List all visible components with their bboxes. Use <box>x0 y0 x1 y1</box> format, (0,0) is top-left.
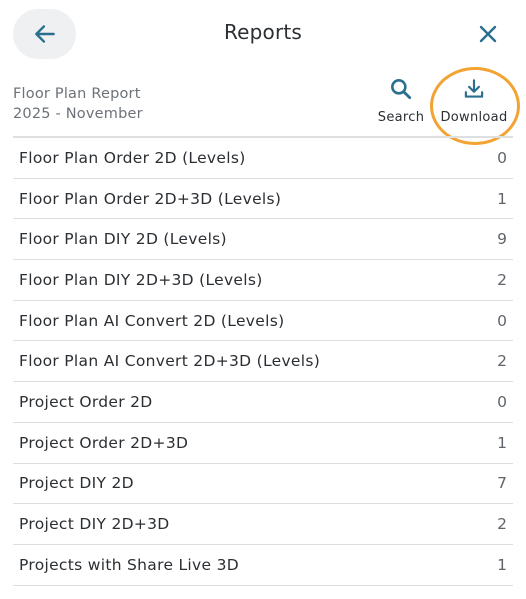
item-count: 2 <box>497 515 507 534</box>
item-count: 1 <box>497 555 507 574</box>
list-item: Project DIY 2D 7 <box>13 464 513 505</box>
download-button[interactable]: Download <box>440 76 508 125</box>
report-name: Floor Plan Report <box>13 86 141 102</box>
item-label: Floor Plan DIY 2D+3D (Levels) <box>19 270 263 289</box>
list-item: Floor Plan AI Convert 2D+3D (Levels) 2 <box>13 341 513 383</box>
report-info: Floor Plan Report 2025 - November <box>13 84 143 124</box>
item-label: Floor Plan DIY 2D (Levels) <box>19 230 227 249</box>
item-label: Floor Plan AI Convert 2D+3D (Levels) <box>19 352 321 371</box>
item-label: Floor Plan Order 2D+3D (Levels) <box>19 189 282 208</box>
item-count: 2 <box>497 270 507 289</box>
list-item: Floor Plan Order 2D (Levels) 0 <box>13 138 513 179</box>
search-label: Search <box>377 110 425 125</box>
item-count: 9 <box>497 230 507 249</box>
item-count: 0 <box>497 148 507 167</box>
page-title: Reports <box>223 20 303 44</box>
item-label: Project DIY 2D+3D <box>19 515 170 534</box>
item-count: 7 <box>497 474 507 493</box>
list-item: Projects with Share Live 3D 1 <box>13 545 513 586</box>
close-button[interactable] <box>472 18 504 50</box>
reports-screen: Reports Floor Plan Report 2025 - Novembe… <box>0 0 526 599</box>
item-label: Project Order 2D <box>19 392 153 411</box>
list-item: Floor Plan DIY 2D+3D (Levels) 2 <box>13 260 513 301</box>
list-item: Project Order 2D 0 <box>13 382 513 423</box>
item-label: Project DIY 2D <box>19 474 134 493</box>
item-count: 1 <box>497 189 507 208</box>
item-count: 0 <box>497 392 507 411</box>
item-count: 2 <box>497 352 507 371</box>
item-count: 0 <box>497 311 507 330</box>
item-label: Project Order 2D+3D <box>19 433 189 452</box>
item-label: Floor Plan AI Convert 2D (Levels) <box>19 311 285 330</box>
item-label: Floor Plan Order 2D (Levels) <box>19 148 246 167</box>
list-item: Floor Plan DIY 2D (Levels) 9 <box>13 219 513 261</box>
search-button[interactable]: Search <box>378 76 424 125</box>
download-label: Download <box>440 110 508 125</box>
header: Reports <box>0 0 526 68</box>
list-item: Project Order 2D+3D 1 <box>13 423 513 464</box>
search-icon <box>391 79 412 100</box>
list-item: Floor Plan AI Convert 2D (Levels) 0 <box>13 301 513 342</box>
item-count: 1 <box>497 433 507 452</box>
report-list: Floor Plan Order 2D (Levels) 0 Floor Pla… <box>13 138 513 586</box>
close-icon <box>479 25 497 43</box>
item-label: Projects with Share Live 3D <box>19 555 239 574</box>
list-item: Project DIY 2D+3D 2 <box>13 504 513 545</box>
report-period: 2025 - November <box>13 106 143 122</box>
list-item: Floor Plan Order 2D+3D (Levels) 1 <box>13 179 513 220</box>
download-icon <box>464 79 484 98</box>
